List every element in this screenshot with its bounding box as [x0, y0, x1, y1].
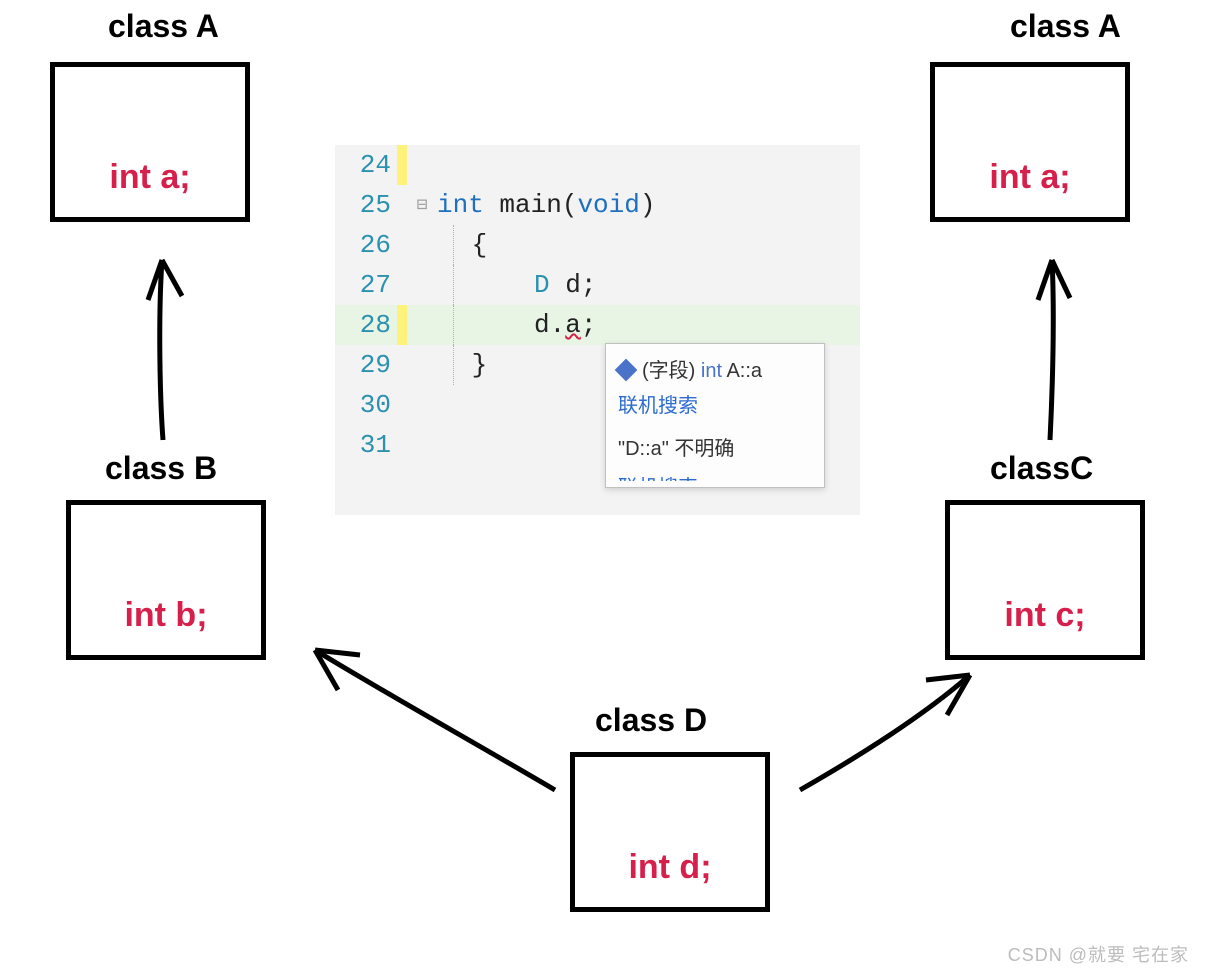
tooltip-error-text: "D::a" 不明确: [618, 432, 812, 461]
code-line-28: 28 d.a;: [335, 305, 860, 345]
code-line-27: 27 D d;: [335, 265, 860, 305]
tooltip-field-row: (字段) int A::a: [618, 354, 812, 383]
intellisense-tooltip: (字段) int A::a 联机搜索 "D::a" 不明确 联机搜索: [605, 343, 825, 488]
code-line-24: 24: [335, 145, 860, 185]
tooltip-cutoff-link: 联机搜索: [618, 471, 812, 481]
code-line-25: 25⊟ int main(void): [335, 185, 860, 225]
watermark-text: CSDN @就要 宅在家: [1008, 941, 1189, 967]
code-line-26: 26 {: [335, 225, 860, 265]
tooltip-search-link[interactable]: 联机搜索: [618, 389, 812, 418]
cube-icon: [615, 358, 638, 381]
